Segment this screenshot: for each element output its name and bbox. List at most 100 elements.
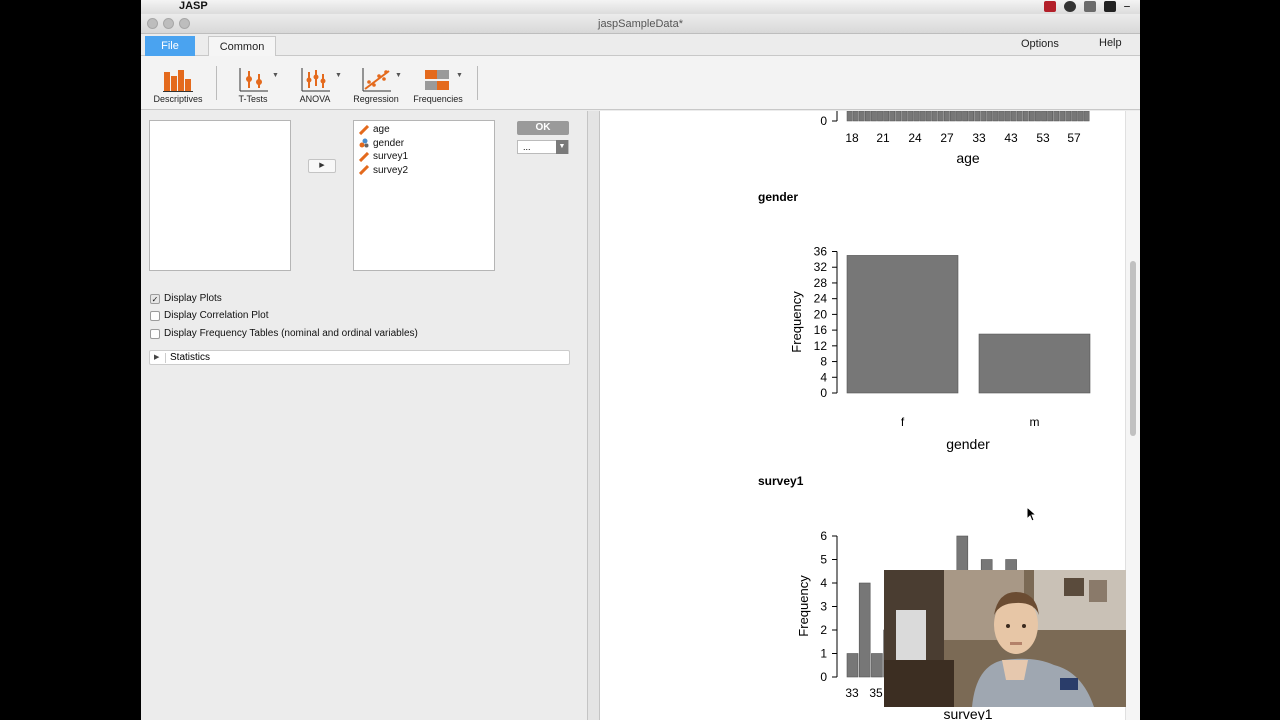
statistics-section[interactable]: ▶ Statistics [149, 350, 570, 365]
mouse-cursor-icon [1026, 506, 1038, 522]
anova-label: ANOVA [299, 94, 331, 104]
list-item[interactable]: survey1 [354, 150, 494, 164]
statistics-label: Statistics [170, 352, 211, 363]
scale-variable-icon [359, 151, 369, 162]
nominal-variable-icon [359, 138, 369, 148]
age-x-axis-label: age [956, 150, 980, 166]
webcam-video [884, 570, 1126, 707]
anova-button[interactable]: ANOVA ▼ [291, 64, 342, 104]
divider [165, 353, 166, 363]
status-tray [1044, 1, 1130, 12]
t-tests-button[interactable]: T-Tests ▼ [229, 64, 279, 104]
frequencies-label: Frequencies [413, 94, 463, 104]
display-plots-checkbox[interactable]: ✓ Display Plots [150, 293, 222, 304]
age-bar [852, 111, 859, 122]
list-item[interactable]: age [354, 123, 494, 137]
available-variables-list[interactable]: age gender survey1 survey2 [353, 120, 495, 271]
checkbox-checked-icon: ✓ [150, 293, 160, 304]
display-correlation-plot-label: Display Correlation Plot [164, 310, 269, 321]
scale-variable-icon [359, 165, 369, 176]
list-item[interactable]: gender [354, 137, 494, 151]
survey1-y-tick-label: 4 [820, 576, 827, 590]
gender-y-tick-label: 4 [820, 370, 827, 384]
age-bar [974, 111, 981, 122]
tab-common[interactable]: Common [208, 36, 276, 57]
age-bar [864, 111, 871, 122]
analysis-options-panel: ▶ age gender survey1 survey2 OK ... ▼ ✓ … [141, 111, 588, 720]
tray-creative-cloud-icon[interactable] [1064, 1, 1076, 12]
display-frequency-tables-checkbox[interactable]: Display Frequency Tables (nominal and or… [150, 328, 418, 339]
app-name[interactable]: JASP [179, 0, 208, 12]
options-dropdown[interactable]: ... ▼ [517, 140, 569, 154]
age-bar [950, 111, 956, 122]
frequencies-button[interactable]: Frequencies ▼ [413, 64, 463, 104]
age-bar [877, 111, 883, 122]
gender-bar [846, 255, 959, 394]
age-bar [1029, 111, 1035, 122]
survey1-y-axis-label: Frequency [796, 575, 811, 637]
help-button[interactable]: Help [1099, 37, 1122, 49]
variable-name: survey1 [373, 151, 409, 163]
age-bar [931, 111, 938, 122]
survey1-y-tick-label: 5 [820, 553, 827, 567]
age-bar [1041, 111, 1047, 122]
age-bar [968, 111, 975, 122]
age-bar [1047, 111, 1054, 122]
gender-y-tick-label: 32 [814, 260, 828, 274]
survey1-y-tick-label: 1 [820, 647, 827, 661]
age-x-tick-label: 57 [1067, 131, 1081, 145]
options-button[interactable]: Options [1021, 38, 1059, 50]
age-bar [1077, 111, 1084, 122]
t-tests-label: T-Tests [238, 94, 268, 104]
age-bar [1022, 111, 1029, 122]
menu-more-icon[interactable] [1124, 6, 1130, 7]
display-plots-label: Display Plots [164, 293, 222, 304]
chevron-down-icon: ▼ [456, 72, 463, 79]
regression-label: Regression [353, 94, 399, 104]
survey1-y-tick-label: 3 [820, 600, 827, 614]
title-bar: jaspSampleData* [141, 14, 1140, 34]
move-variable-button[interactable]: ▶ [308, 159, 336, 173]
gender-x-tick-label: m [1030, 415, 1040, 429]
survey1-x-tick-label: 33 [845, 686, 859, 700]
list-item[interactable]: survey2 [354, 164, 494, 178]
gender-plot-title: gender [758, 190, 798, 204]
age-bar [956, 111, 962, 122]
age-bar [986, 111, 993, 122]
expand-triangle-icon: ▶ [154, 354, 160, 361]
regression-icon [353, 64, 399, 92]
music-icon[interactable] [1104, 1, 1116, 12]
chevron-down-icon: ▼ [556, 140, 568, 154]
display-correlation-plot-checkbox[interactable]: Display Correlation Plot [150, 310, 269, 321]
panel-splitter[interactable] [587, 111, 600, 720]
age-x-tick-label: 21 [876, 131, 890, 145]
anova-icon [291, 64, 339, 92]
age-bar [925, 111, 932, 122]
results-scrollbar[interactable] [1125, 111, 1140, 720]
age-x-tick-label: 53 [1036, 131, 1050, 145]
gender-y-tick-label: 12 [814, 339, 828, 353]
age-x-tick-label: 43 [1004, 131, 1018, 145]
survey1-bar [846, 653, 859, 678]
gender-bar [978, 333, 1091, 394]
age-x-tick-label: 18 [845, 131, 859, 145]
tray-app-icon[interactable] [1044, 1, 1056, 12]
scrollbar-thumb[interactable] [1130, 261, 1136, 436]
age-bar [871, 111, 877, 122]
age-bar [962, 111, 968, 122]
dropbox-icon[interactable] [1084, 1, 1096, 12]
age-bar [1059, 111, 1066, 122]
selected-variables-list[interactable] [149, 120, 291, 271]
descriptives-button[interactable]: Descriptives [153, 64, 203, 104]
checkbox-unchecked-icon [150, 310, 160, 321]
ok-button[interactable]: OK [517, 121, 569, 135]
age-bar [1071, 111, 1078, 122]
age-bar [1004, 111, 1011, 122]
dropdown-value: ... [523, 142, 531, 152]
gender-y-tick-label: 20 [814, 307, 828, 321]
tab-file[interactable]: File [145, 36, 195, 56]
age-bar [919, 111, 926, 122]
age-bar [980, 111, 987, 122]
age-bar [846, 111, 853, 122]
regression-button[interactable]: Regression ▼ [353, 64, 402, 104]
